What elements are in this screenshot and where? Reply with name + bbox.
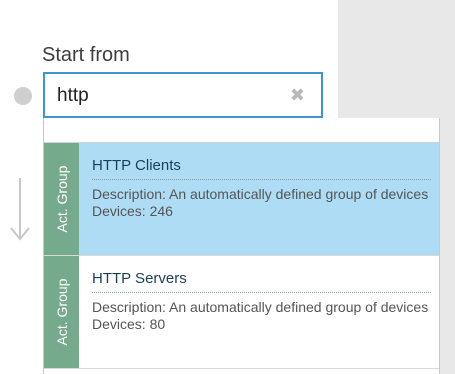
divider xyxy=(92,292,431,293)
type-label: Act. Group xyxy=(53,165,70,233)
type-tab: Act. Group xyxy=(44,143,79,255)
result-devices: Devices: 80 xyxy=(92,316,166,332)
results-dropdown: Act. Group HTTP Clients Description: An … xyxy=(43,118,440,374)
type-label: Act. Group xyxy=(53,278,70,346)
start-from-label: Start from xyxy=(42,44,130,66)
result-description: Description: An automatically defined gr… xyxy=(92,186,429,202)
search-box: ✖ xyxy=(43,72,323,118)
result-item-http-servers[interactable]: Act. Group HTTP Servers Description: An … xyxy=(44,256,439,369)
result-description: Description: An automatically defined gr… xyxy=(92,299,429,315)
step-indicator-dot xyxy=(14,87,32,105)
dropdown-header xyxy=(44,118,439,143)
down-arrow-icon xyxy=(10,178,30,241)
result-name: HTTP Servers xyxy=(92,270,187,287)
type-tab: Act. Group xyxy=(44,256,79,368)
close-icon[interactable]: ✖ xyxy=(290,84,305,106)
result-name: HTTP Clients xyxy=(92,157,181,174)
result-item-http-clients[interactable]: Act. Group HTTP Clients Description: An … xyxy=(44,143,439,256)
result-devices: Devices: 246 xyxy=(92,203,173,219)
divider xyxy=(92,179,431,180)
search-input[interactable] xyxy=(53,83,282,109)
